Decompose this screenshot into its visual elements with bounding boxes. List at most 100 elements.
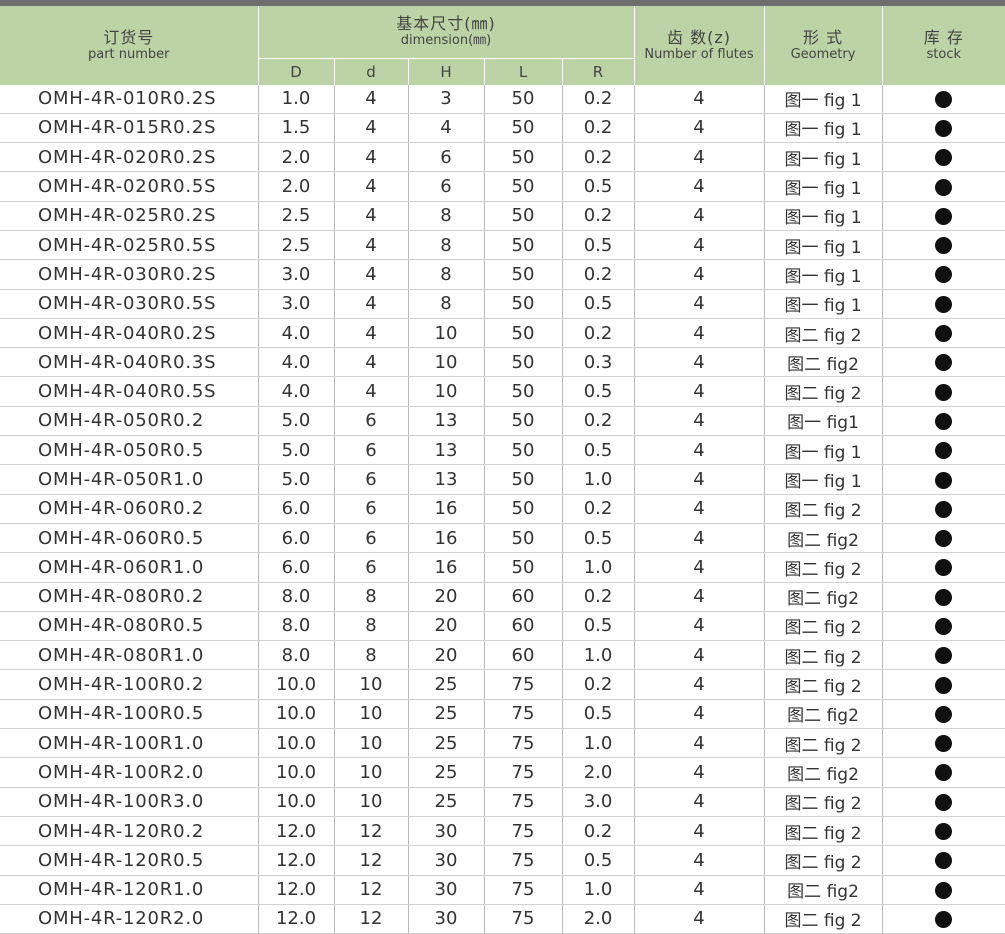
- stock-cell: [882, 142, 1005, 173]
- dim-L-cell: 50: [484, 230, 563, 261]
- geometry-cell: 图二 fig2: [764, 523, 883, 554]
- flutes-cell: 4: [634, 142, 765, 173]
- part-number-cell: OMH-4R-080R0.2: [0, 582, 259, 612]
- part-number-cell: OMH-4R-030R0.5S: [0, 289, 259, 319]
- header-col-H: H: [407, 57, 485, 85]
- dim-R-cell: 1.0: [562, 728, 635, 759]
- flutes-cell: 4: [634, 113, 765, 144]
- table-row: OMH-4R-015R0.2S 1.5 4 4 50 0.2 4 图一 fig 1: [0, 113, 1005, 144]
- geometry-cell: 图二 fig 2: [764, 904, 883, 934]
- flutes-cell: 4: [634, 376, 765, 407]
- dim-L-cell: 50: [484, 523, 563, 554]
- dim-R-cell: 0.2: [562, 816, 635, 847]
- header-dimension-en: dimension(㎜): [400, 33, 492, 49]
- dim-d-cell: 4: [334, 376, 409, 407]
- dim-d-cell: 4: [334, 201, 409, 231]
- dim-d-cell: 4: [334, 142, 409, 173]
- dim-D-cell: 5.0: [258, 464, 335, 495]
- table-row: OMH-4R-025R0.5S 2.5 4 8 50 0.5 4 图一 fig 1: [0, 230, 1005, 261]
- geometry-cell: 图一 fig1: [764, 406, 883, 437]
- dim-H-cell: 30: [408, 875, 485, 905]
- stock-cell: [882, 611, 1005, 642]
- dim-d-cell: 8: [334, 640, 409, 671]
- geometry-cell: 图一 fig 1: [764, 259, 883, 290]
- part-number-cell: OMH-4R-100R3.0: [0, 787, 259, 817]
- part-number-cell: OMH-4R-020R0.2S: [0, 142, 259, 173]
- header-geometry-en: Geometry: [790, 46, 856, 62]
- header-geometry: 形 式 Geometry: [763, 6, 883, 85]
- header-stock: 库 存 stock: [881, 6, 1005, 85]
- in-stock-dot-icon: [935, 90, 953, 108]
- dim-H-cell: 13: [408, 435, 485, 466]
- dim-d-cell: 8: [334, 611, 409, 642]
- dim-R-cell: 0.2: [562, 259, 635, 290]
- in-stock-dot-icon: [935, 588, 953, 606]
- dim-R-cell: 0.2: [562, 84, 635, 114]
- table-row: OMH-4R-060R1.0 6.0 6 16 50 1.0 4 图二 fig 2: [0, 552, 1005, 583]
- part-number-cell: OMH-4R-030R0.2S: [0, 259, 259, 290]
- dim-H-cell: 6: [408, 142, 485, 173]
- table-row: OMH-4R-050R1.0 5.0 6 13 50 1.0 4 图一 fig 1: [0, 464, 1005, 495]
- part-number-cell: OMH-4R-040R0.3S: [0, 347, 259, 378]
- stock-cell: [882, 201, 1005, 231]
- dim-d-cell: 6: [334, 435, 409, 466]
- dim-d-cell: 4: [334, 84, 409, 114]
- header-flutes-en: Number of flutes: [644, 46, 754, 62]
- dim-L-cell: 50: [484, 347, 563, 378]
- in-stock-dot-icon: [935, 266, 953, 284]
- dim-R-cell: 0.2: [562, 318, 635, 349]
- header-flutes: 齿 数(z) Number of flutes: [633, 6, 765, 85]
- in-stock-dot-icon: [935, 119, 953, 137]
- dim-d-cell: 8: [334, 582, 409, 612]
- part-number-cell: OMH-4R-080R0.5: [0, 611, 259, 642]
- flutes-cell: 4: [634, 582, 765, 612]
- dim-H-cell: 20: [408, 582, 485, 612]
- dim-R-cell: 0.5: [562, 611, 635, 642]
- flutes-cell: 4: [634, 640, 765, 671]
- in-stock-dot-icon: [935, 295, 953, 313]
- dim-L-cell: 75: [484, 845, 563, 876]
- dim-L-cell: 50: [484, 201, 563, 231]
- header-flutes-cn: 齿 数(z): [667, 27, 732, 47]
- stock-cell: [882, 523, 1005, 554]
- dim-R-cell: 1.0: [562, 464, 635, 495]
- dim-d-cell: 6: [334, 494, 409, 524]
- dim-d-cell: 12: [334, 875, 409, 905]
- dim-L-cell: 50: [484, 406, 563, 437]
- dim-d-cell: 12: [334, 816, 409, 847]
- dim-R-cell: 0.2: [562, 669, 635, 700]
- part-number-cell: OMH-4R-050R0.2: [0, 406, 259, 437]
- in-stock-dot-icon: [935, 881, 953, 899]
- stock-cell: [882, 84, 1005, 114]
- geometry-cell: 图二 fig 2: [764, 552, 883, 583]
- geometry-cell: 图一 fig 1: [764, 230, 883, 261]
- stock-cell: [882, 318, 1005, 349]
- dim-L-cell: 50: [484, 494, 563, 524]
- dim-R-cell: 0.2: [562, 113, 635, 144]
- table-row: OMH-4R-050R0.2 5.0 6 13 50 0.2 4 图一 fig1: [0, 406, 1005, 437]
- dim-d-cell: 4: [334, 347, 409, 378]
- in-stock-dot-icon: [935, 530, 953, 548]
- flutes-cell: 4: [634, 699, 765, 730]
- dim-L-cell: 75: [484, 904, 563, 934]
- table-row: OMH-4R-030R0.5S 3.0 4 8 50 0.5 4 图一 fig 1: [0, 289, 1005, 319]
- dim-R-cell: 0.5: [562, 435, 635, 466]
- dim-H-cell: 25: [408, 757, 485, 788]
- dim-R-cell: 0.5: [562, 171, 635, 202]
- geometry-cell: 图一 fig 1: [764, 464, 883, 495]
- dim-L-cell: 75: [484, 816, 563, 847]
- dim-H-cell: 20: [408, 640, 485, 671]
- in-stock-dot-icon: [935, 412, 953, 430]
- stock-cell: [882, 113, 1005, 144]
- part-number-cell: OMH-4R-120R0.2: [0, 816, 259, 847]
- header-stock-en: stock: [926, 46, 962, 62]
- stock-cell: [882, 728, 1005, 759]
- dim-H-cell: 10: [408, 376, 485, 407]
- dim-L-cell: 75: [484, 728, 563, 759]
- part-number-cell: OMH-4R-100R0.5: [0, 699, 259, 730]
- dim-H-cell: 30: [408, 845, 485, 876]
- dim-D-cell: 3.0: [258, 289, 335, 319]
- in-stock-dot-icon: [935, 676, 953, 694]
- in-stock-dot-icon: [935, 149, 953, 167]
- stock-cell: [882, 435, 1005, 466]
